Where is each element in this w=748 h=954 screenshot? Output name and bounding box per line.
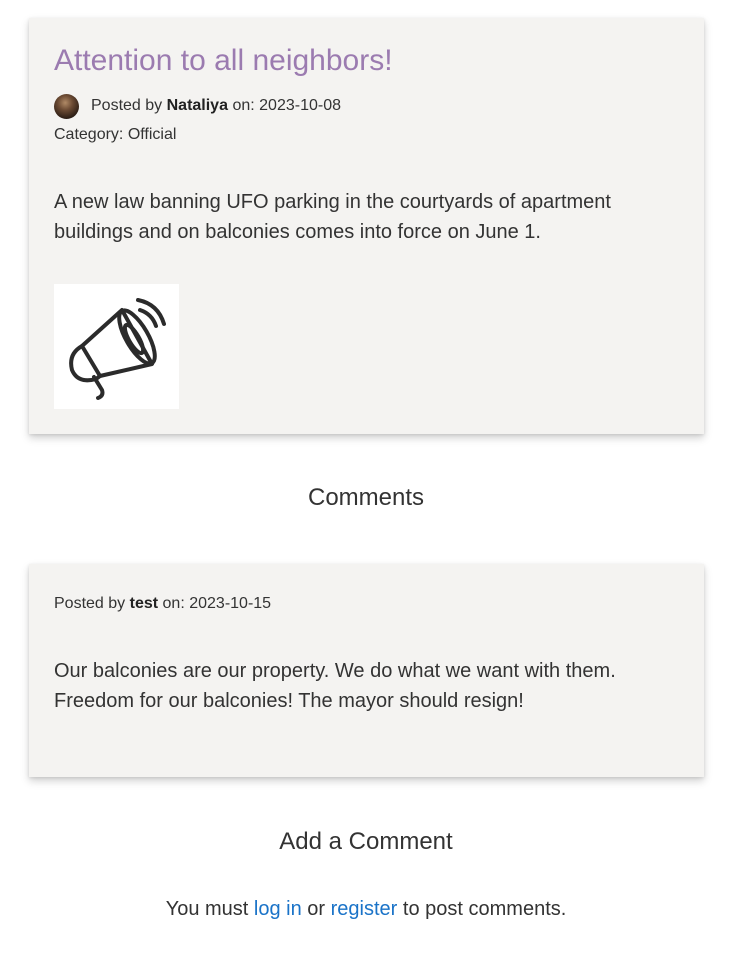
post-body: A new law banning UFO parking in the cou… (54, 191, 611, 243)
author-avatar (54, 93, 79, 119)
post-image (54, 284, 179, 409)
megaphone-icon (69, 298, 166, 400)
post-card: Attention to all neighbors! Posted by Na… (29, 18, 704, 434)
register-link[interactable]: register (331, 898, 398, 920)
add-comment-heading: Add a Comment (279, 828, 453, 855)
comments-heading: Comments (307, 484, 425, 511)
category-value: Official (127, 126, 177, 143)
post-title: Attention to all neighbors! (54, 44, 393, 77)
posted-by-label: Posted by (54, 595, 126, 612)
post-author: Nataliya (166, 97, 228, 114)
posted-by-label: Posted by (91, 97, 163, 114)
or-label: or (307, 898, 326, 920)
on-label: on: (232, 97, 255, 114)
comment-date: 2023-10-15 (189, 595, 272, 612)
on-label: on: (162, 595, 185, 612)
login-link[interactable]: log in (254, 898, 302, 920)
comment-body: Our balconies are our property. We do wh… (54, 660, 616, 712)
login-prefix: You must (165, 898, 249, 920)
post-meta: Posted by Nataliya on: 2023-10-08 (54, 93, 341, 119)
login-prompt: You must log in or register to post comm… (0, 896, 732, 922)
comment-author: test (129, 595, 159, 612)
comment-card: Posted by test on: 2023-10-15 Our balcon… (29, 564, 704, 777)
post-category: Category: Official (54, 125, 176, 145)
comment-meta: Posted by test on: 2023-10-15 (54, 594, 271, 614)
post-date: 2023-10-08 (259, 97, 341, 114)
category-label: Category: (54, 126, 124, 143)
login-suffix: to post comments. (402, 898, 567, 920)
